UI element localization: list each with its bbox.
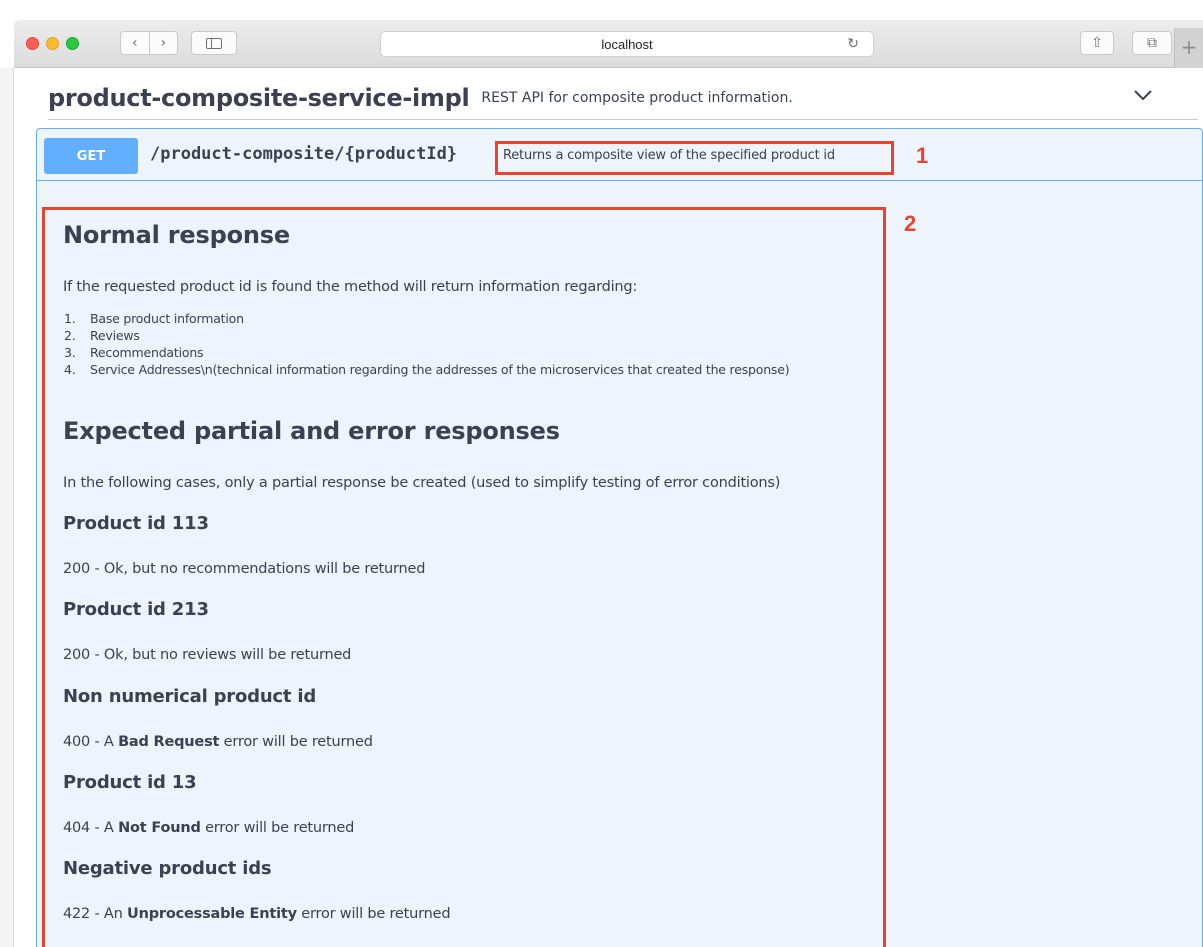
api-title: product-composite-service-impl — [48, 83, 470, 112]
history-nav-group: ‹ › — [120, 31, 178, 55]
case-heading: Product id 13 — [63, 772, 197, 793]
forward-button[interactable]: › — [150, 32, 178, 54]
partial-responses-heading: Expected partial and error responses — [63, 417, 560, 445]
annotation-label-2: 2 — [904, 211, 917, 236]
share-button[interactable]: ⇧ — [1080, 31, 1114, 55]
annotation-label-1: 1 — [916, 143, 929, 168]
new-tab-button[interactable]: + — [1174, 28, 1203, 68]
api-header[interactable]: product-composite-service-impl REST API … — [48, 76, 1198, 120]
chevron-down-icon[interactable] — [1132, 84, 1154, 106]
method-badge: GET — [44, 138, 138, 174]
case-text: 404 - A Not Found error will be returned — [63, 820, 355, 836]
case-text: 200 - Ok, but no recommendations will be… — [63, 561, 426, 577]
operation-path: /product-composite/{productId} — [150, 144, 458, 164]
window-close-button[interactable] — [26, 37, 39, 50]
reload-icon[interactable]: ↻ — [847, 35, 859, 52]
window-left-edge — [0, 68, 14, 947]
case-heading: Non numerical product id — [63, 686, 317, 707]
list-item: 4. Service Addresses\n(technical informat… — [64, 362, 790, 377]
window-zoom-button[interactable] — [66, 37, 79, 50]
operation-block: GET /product-composite/{productId} Retur… — [36, 128, 1203, 947]
sidebar-toggle-button[interactable] — [191, 31, 237, 55]
address-text: localhost — [601, 36, 653, 52]
page-content: product-composite-service-impl REST API … — [14, 68, 1203, 947]
partial-responses-intro: In the following cases, only a partial r… — [63, 475, 781, 491]
tabs-icon: ⧉ — [1147, 35, 1157, 51]
normal-response-list: 1. Base product information 2. Reviews 3. R… — [63, 310, 790, 378]
browser-toolbar: ‹ › localhost ↻ ⇧ ⧉ — [14, 20, 1203, 68]
list-item: 3. Recommendations — [64, 345, 204, 360]
address-bar[interactable]: localhost ↻ — [380, 31, 874, 57]
api-description: REST API for composite product informati… — [481, 89, 793, 106]
case-text: 422 - An Unprocessable Entity error will… — [63, 906, 451, 922]
share-icon: ⇧ — [1091, 35, 1103, 51]
back-button[interactable]: ‹ — [121, 32, 150, 54]
sidebar-icon — [206, 37, 222, 49]
normal-response-heading: Normal response — [63, 221, 290, 249]
case-text: 400 - A Bad Request error will be return… — [63, 734, 373, 750]
normal-response-intro: If the requested product id is found the… — [63, 279, 638, 295]
case-text: 200 - Ok, but no reviews will be returne… — [63, 647, 352, 663]
window-minimize-button[interactable] — [46, 37, 59, 50]
show-tabs-button[interactable]: ⧉ — [1132, 31, 1172, 55]
case-heading: Product id 213 — [63, 599, 209, 620]
case-heading: Negative product ids — [63, 858, 272, 879]
list-item: 1. Base product information — [64, 311, 244, 326]
case-heading: Product id 113 — [63, 513, 209, 534]
list-item: 2. Reviews — [64, 328, 140, 343]
annotation-box-1 — [495, 141, 894, 175]
